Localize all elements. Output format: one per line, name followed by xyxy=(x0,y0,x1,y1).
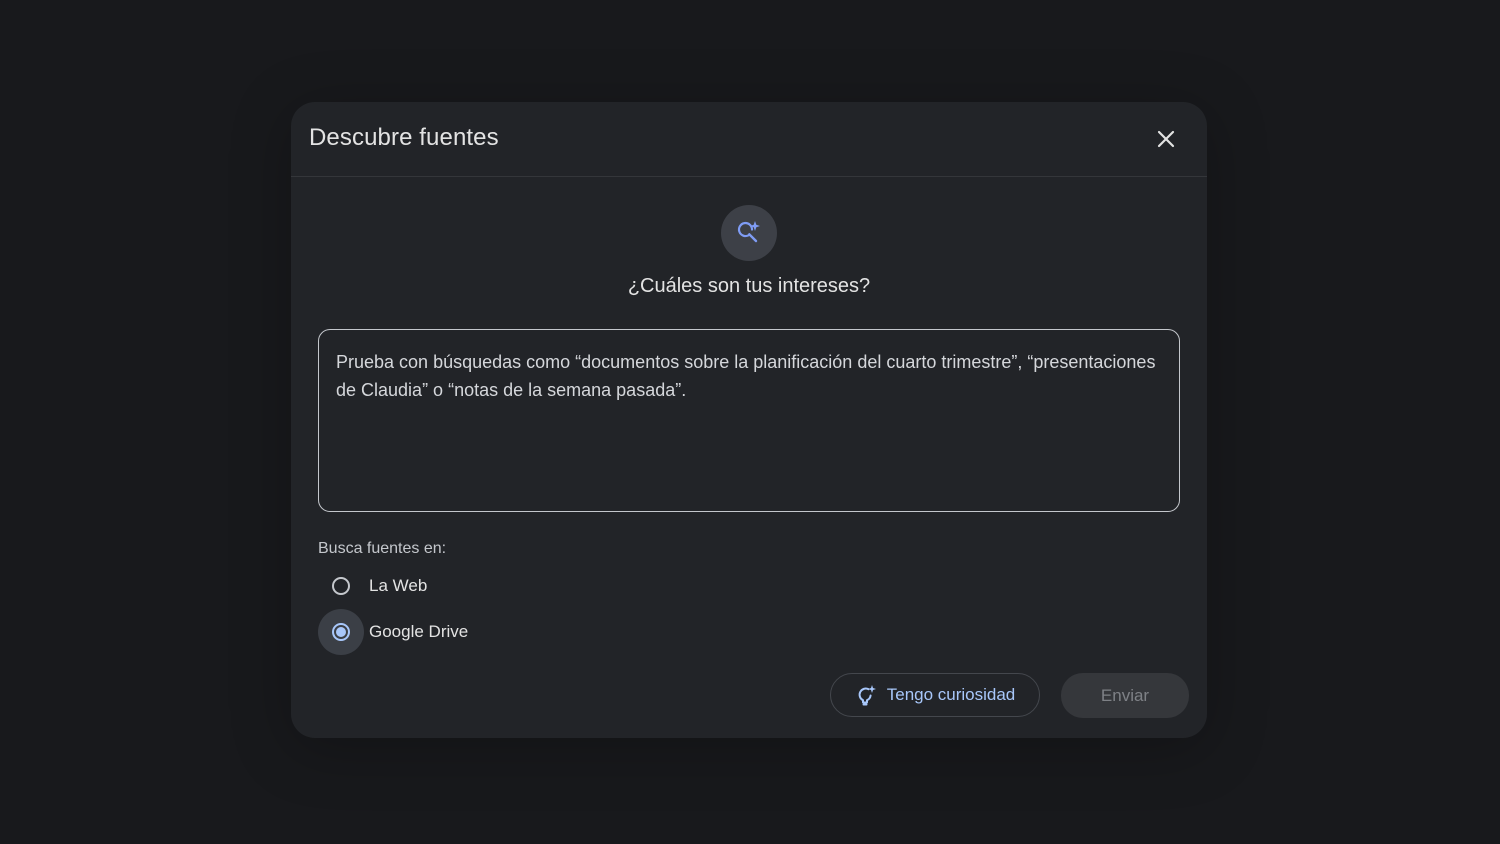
search-sparkle-icon xyxy=(737,221,760,243)
radio-web-hitarea[interactable] xyxy=(318,563,364,609)
interests-input[interactable] xyxy=(318,329,1180,512)
radio-option-web[interactable]: La Web xyxy=(318,563,427,609)
close-icon xyxy=(1157,130,1175,148)
sources-label: Busca fuentes en: xyxy=(318,540,447,557)
close-button[interactable] xyxy=(1147,120,1185,158)
radio-drive-circle[interactable] xyxy=(332,623,350,641)
lightbulb-sparkle-icon xyxy=(858,685,876,706)
radio-drive-label[interactable]: Google Drive xyxy=(369,622,468,642)
radio-drive-selected-dot xyxy=(336,627,346,637)
discover-sources-dialog: Descubre fuentes ¿Cuáles son tus interes… xyxy=(291,102,1207,738)
curious-button-label: Tengo curiosidad xyxy=(886,685,1016,704)
send-button-label: Enviar xyxy=(1100,685,1150,705)
radio-drive-hitarea[interactable] xyxy=(318,609,364,655)
send-button[interactable]: Enviar xyxy=(1061,673,1189,718)
dialog-header: Descubre fuentes xyxy=(291,102,1207,177)
radio-web-label[interactable]: La Web xyxy=(369,576,427,596)
search-sparkle-badge xyxy=(721,205,777,261)
radio-web-circle[interactable] xyxy=(332,577,350,595)
dialog-title: Descubre fuentes xyxy=(309,124,499,151)
interests-question: ¿Cuáles son tus intereses? xyxy=(627,275,871,297)
curious-button[interactable]: Tengo curiosidad xyxy=(830,673,1040,717)
radio-option-google-drive[interactable]: Google Drive xyxy=(318,609,468,655)
